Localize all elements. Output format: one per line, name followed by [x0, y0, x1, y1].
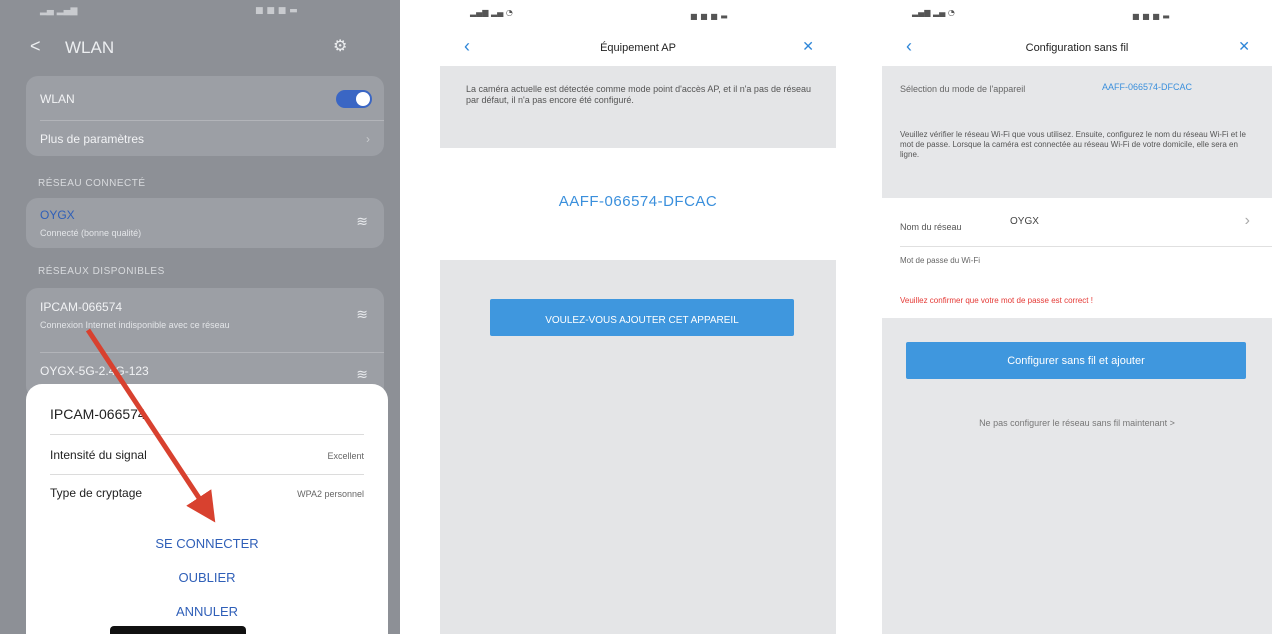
status-left: ▂▄ ▂▄▆ [40, 6, 78, 16]
back-icon[interactable]: < [30, 36, 41, 57]
more-settings-item[interactable]: Plus de paramètres [40, 132, 144, 146]
page-title: WLAN [65, 38, 115, 57]
connected-section-header: RÉSEAU CONNECTÉ [38, 178, 146, 189]
forget-button[interactable]: OUBLIER [26, 570, 388, 585]
wlan-settings-panel: ▂▄ ▂▄▆ ■ ■ ■ ▬ < WLAN ⚙ WLAN Plus de par… [0, 0, 400, 634]
encryption-type-value: WPA2 personnel [297, 489, 364, 499]
page-title: Configuration sans fil [1025, 42, 1129, 54]
wlan-card: WLAN Plus de paramètres › [26, 76, 384, 156]
network-status: Connecté (bonne qualité) [40, 228, 142, 238]
wifi-icon: ≋ [356, 306, 368, 322]
signal-strength-value: Excellent [327, 451, 364, 461]
close-icon[interactable]: ✕ [802, 38, 814, 55]
wifi-instructions: Veuillez vérifier le réseau Wi-Fi que vo… [900, 130, 1246, 159]
connect-button[interactable]: SE CONNECTER [26, 536, 388, 551]
status-right: ■ ■ ■ ▬ [690, 12, 728, 21]
status-left: ▂▄▆ ▂▄ ◔ [470, 8, 513, 17]
wlan-toggle[interactable] [336, 90, 372, 108]
status-right: ■ ■ ■ ▬ [255, 6, 298, 16]
chevron-right-icon[interactable]: › [1245, 212, 1250, 230]
device-mode-link[interactable]: AAFF-066574-DFCAC [1102, 82, 1252, 93]
signal-strength-label: Intensité du signal [50, 448, 147, 462]
nav-bar: ▂▄▆ ▂▄ ◔ ■ ■ ■ ▬ ‹ Équipement AP ✕ [440, 0, 836, 66]
skip-configuration-link[interactable]: Ne pas configurer le réseau sans fil mai… [882, 418, 1272, 428]
network-name-label: Nom du réseau [900, 222, 962, 232]
ap-device-panel: ▂▄▆ ▂▄ ◔ ■ ■ ■ ▬ ‹ Équipement AP ✕ La ca… [440, 0, 836, 634]
divider [50, 474, 364, 475]
wifi-icon: ≋ [356, 366, 368, 382]
ap-info-text: La caméra actuelle est détectée comme mo… [466, 84, 811, 105]
password-warning: Veuillez confirmer que votre mot de pass… [900, 296, 1093, 305]
sheet-title: IPCAM-066574 [50, 406, 146, 422]
gear-icon[interactable]: ⚙ [333, 36, 347, 56]
wireless-config-panel: ▂▄▆ ▂▄ ◔ ■ ■ ■ ▬ ‹ Configuration sans fi… [882, 0, 1272, 634]
status-right: ■ ■ ■ ▬ [1132, 12, 1170, 21]
device-id: AAFF-066574-DFCAC [558, 193, 718, 210]
available-section-header: RÉSEAUX DISPONIBLES [38, 266, 165, 277]
home-indicator [110, 626, 246, 634]
available-networks-list: IPCAM-066574 Connexion Internet indispon… [26, 288, 384, 398]
close-icon[interactable]: ✕ [1238, 38, 1250, 55]
network-action-sheet: IPCAM-066574 Intensité du signal Excelle… [26, 384, 388, 634]
divider [50, 434, 364, 435]
divider [900, 246, 1272, 247]
chevron-right-icon: › [366, 132, 370, 146]
configure-wifi-button[interactable]: Configurer sans fil et ajouter [906, 342, 1246, 379]
divider [40, 120, 384, 121]
divider [40, 352, 384, 353]
nav-bar: ▂▄▆ ▂▄ ◔ ■ ■ ■ ▬ ‹ Configuration sans fi… [882, 0, 1272, 66]
network-name-field[interactable]: OYGX [1010, 216, 1039, 227]
network-status: Connexion Internet indisponible avec ce … [40, 320, 230, 330]
page-title: Équipement AP [600, 42, 676, 54]
status-bar: ▂▄ ▂▄▆ ■ ■ ■ ▬ [0, 0, 400, 26]
wlan-toggle-label: WLAN [40, 92, 75, 106]
wifi-password-field[interactable]: Mot de passe du Wi-Fi [900, 256, 1020, 266]
status-left: ▂▄▆ ▂▄ ◔ [912, 8, 955, 17]
network-name: OYGX-5G-2.4G-123 [40, 364, 149, 378]
encryption-type-label: Type de cryptage [50, 486, 143, 500]
wlan-header: < WLAN ⚙ [0, 30, 400, 66]
cancel-button[interactable]: ANNULER [26, 604, 388, 619]
network-name: OYGX [40, 208, 75, 222]
add-device-button[interactable]: VOULEZ-VOUS AJOUTER CET APPAREIL [490, 299, 794, 336]
connected-network-item[interactable]: OYGX Connecté (bonne qualité) ≋ [26, 198, 384, 248]
wifi-icon: ≋ [356, 213, 368, 229]
network-name: IPCAM-066574 [40, 300, 123, 314]
device-mode-label: Sélection du mode de l'appareil [900, 84, 1026, 94]
